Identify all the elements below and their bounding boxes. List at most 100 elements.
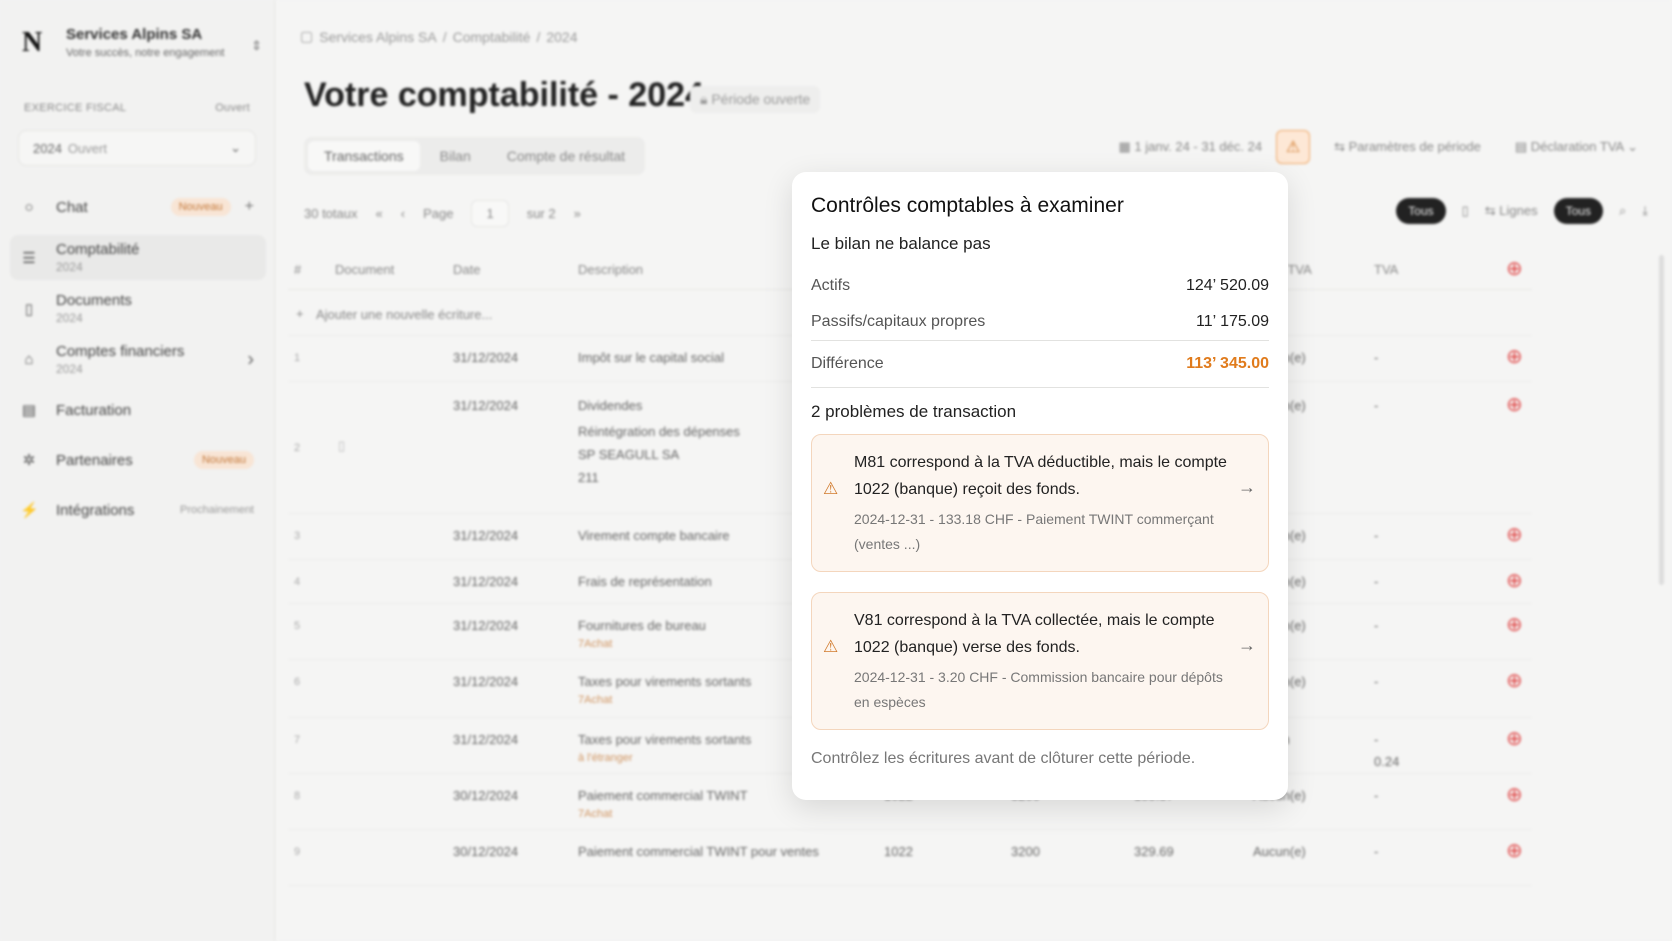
add-chat-icon[interactable]: + [245, 198, 254, 216]
col-document[interactable]: Document [335, 262, 394, 277]
chevron-updown-icon[interactable]: ⇕ [251, 38, 262, 54]
col-date[interactable]: Date [453, 262, 480, 277]
row-vat-code: Aucun(e) [1253, 844, 1306, 859]
breadcrumb-separator: / [442, 28, 447, 45]
add-line-icon[interactable]: ⊕ [1506, 668, 1523, 693]
difference-label: Différence [811, 355, 884, 372]
period-settings-button[interactable]: ⇆ Paramètres de période [1324, 132, 1491, 162]
assets-label: Actifs [811, 277, 851, 294]
row-num: 9 [294, 846, 301, 858]
row-date: 31/12/2024 [453, 398, 519, 413]
sidebar-item-label: Partenaires [56, 451, 133, 469]
doc-filter-icon[interactable]: ▯ [1462, 203, 1469, 219]
balance-title: Le bilan ne balance pas [811, 234, 991, 253]
lines-label: Lignes [1499, 203, 1538, 218]
col-vat[interactable]: TVA [1374, 262, 1398, 277]
sidebar-item-sub: 2024 [56, 362, 83, 376]
invoice-icon: ▤ [21, 402, 37, 419]
fiscal-year-select[interactable]: 2024 Ouvert ⌄ [18, 130, 256, 166]
row-num: 7 [294, 734, 301, 746]
row-num: 2 [294, 442, 301, 454]
download-icon[interactable]: ⤓ [1642, 203, 1648, 219]
scrollbar[interactable] [1659, 255, 1664, 585]
row-vat: - [1374, 788, 1379, 803]
add-entry-icon[interactable]: ⊕ [1506, 256, 1523, 281]
row-vat: - [1374, 398, 1379, 413]
add-line-icon[interactable]: ⊕ [1506, 782, 1523, 807]
row-date: 30/12/2024 [453, 844, 519, 859]
add-line-icon[interactable]: ⊕ [1506, 726, 1523, 751]
liabilities-value: 11’ 175.09 [1196, 313, 1269, 330]
sidebar-item-financial-accounts[interactable]: ⌂ Comptes financiers 2024 › [10, 337, 266, 382]
add-line-icon[interactable]: ⊕ [1506, 838, 1523, 863]
date-range[interactable]: ▦ 1 janv. 24 - 31 déc. 24 [1118, 139, 1262, 155]
warning-icon: ⚠ [823, 479, 839, 498]
sidebar-item-billing[interactable]: ▤ Facturation [10, 388, 266, 432]
partners-icon: ✲ [22, 452, 36, 469]
issue-card[interactable]: ⚠ M81 correspond à la TVA déductible, ma… [811, 434, 1269, 572]
difference-row: Différence 113’ 345.00 [811, 341, 1269, 387]
sidebar-item-integrations[interactable]: ⚡ Intégrations Prochainement [10, 488, 266, 532]
sidebar-item-partners[interactable]: ✲ Partenaires Nouveau [10, 438, 266, 482]
row-date: 31/12/2024 [453, 674, 519, 689]
sidebar-item-sub: 2024 [56, 311, 83, 325]
fiscal-year-label: EXERCICE FISCAL Ouvert [24, 102, 250, 114]
coming-soon-label: Prochainement [180, 504, 254, 516]
add-line-icon[interactable]: ⊕ [1506, 568, 1523, 593]
lines-toggle[interactable]: ⇆ Lignes [1485, 203, 1538, 219]
filter-all-toggle-2[interactable]: Tous [1553, 198, 1603, 224]
last-page-icon[interactable]: » [574, 206, 581, 221]
row-description: Frais de représentation [578, 574, 712, 589]
lock-icon: 🔒︎ [700, 91, 712, 107]
arrow-right-icon[interactable]: → [1238, 635, 1256, 656]
add-line-icon[interactable]: ⊕ [1506, 612, 1523, 637]
page-number-input[interactable]: 1 [471, 200, 509, 227]
search-icon[interactable]: ⌕ [1619, 203, 1626, 219]
sliders-icon: ⇆ [1334, 139, 1349, 154]
row-vat: - [1374, 732, 1379, 747]
chevron-down-icon: ⌄ [230, 140, 241, 155]
add-line-icon[interactable]: ⊕ [1506, 392, 1523, 417]
add-line-icon[interactable]: ⊕ [1506, 522, 1523, 547]
fiscal-label: EXERCICE FISCAL [24, 102, 127, 114]
liabilities-row: Passifs/capitaux propres 11’ 175.09 [811, 304, 1269, 340]
period-toolbar: ▦ 1 janv. 24 - 31 déc. 24 ⚠ ⇆ Paramètres… [1118, 130, 1648, 164]
org-switcher[interactable]: N Services Alpins SA Votre succès, notre… [22, 26, 262, 59]
new-badge: Nouveau [193, 451, 254, 469]
filter-all-toggle[interactable]: Tous [1396, 198, 1446, 224]
sidebar-item-documents[interactable]: ▯ Documents 2024 [10, 286, 266, 331]
table-row[interactable]: 9 30/12/2024 Paiement commercial TWINT pou… [288, 830, 1532, 886]
vat-declaration-button[interactable]: ▤ Déclaration TVA ⌄ [1505, 132, 1648, 162]
sidebar-item-label: Documents [56, 292, 132, 309]
first-page-icon[interactable]: « [376, 206, 383, 221]
sidebar-nav: ○ Chat Nouveau + ☰ Comptabilité 2024 ▯ Doc… [10, 185, 266, 538]
row-description: Taxes pour virements sortants [578, 732, 752, 747]
tab-balance-sheet[interactable]: Bilan [424, 141, 487, 171]
document-icon[interactable]: ▯ [338, 438, 345, 454]
app-logo: N [22, 26, 43, 58]
row-num: 4 [294, 576, 301, 588]
tab-transactions[interactable]: Transactions [308, 141, 420, 171]
ledger-icon: ☰ [22, 249, 36, 267]
view-tabs: Transactions Bilan Compte de résultat [304, 137, 646, 175]
bank-icon: ⌂ [24, 351, 34, 368]
row-description: Fournitures de bureau [578, 618, 706, 633]
row-category: 7Achat [578, 638, 613, 650]
panel-icon[interactable]: ▢ [300, 28, 313, 45]
sidebar-item-accounting[interactable]: ☰ Comptabilité 2024 [10, 235, 266, 280]
plug-icon: ⚡ [20, 502, 39, 519]
row-credit-account: 3200 [1011, 844, 1040, 859]
issue-card[interactable]: ⚠ V81 correspond à la TVA collectée, mai… [811, 592, 1269, 730]
add-line-icon[interactable]: ⊕ [1506, 344, 1523, 369]
accounting-checks-button[interactable]: ⚠ [1276, 130, 1311, 164]
prev-page-icon[interactable]: ‹ [401, 206, 405, 221]
sidebar-item-label: Chat [56, 198, 88, 216]
breadcrumb-org[interactable]: Services Alpins SA [319, 29, 437, 45]
arrow-right-icon[interactable]: → [1238, 477, 1256, 498]
popover-footer: Contrôlez les écritures avant de clôture… [811, 750, 1196, 767]
col-description[interactable]: Description [578, 262, 643, 277]
breadcrumb-accounting[interactable]: Comptabilité [453, 29, 531, 45]
period-status-chip: 🔒︎ Période ouverte [690, 86, 821, 113]
sidebar-item-chat[interactable]: ○ Chat Nouveau + [10, 185, 266, 229]
tab-income-statement[interactable]: Compte de résultat [491, 141, 641, 171]
